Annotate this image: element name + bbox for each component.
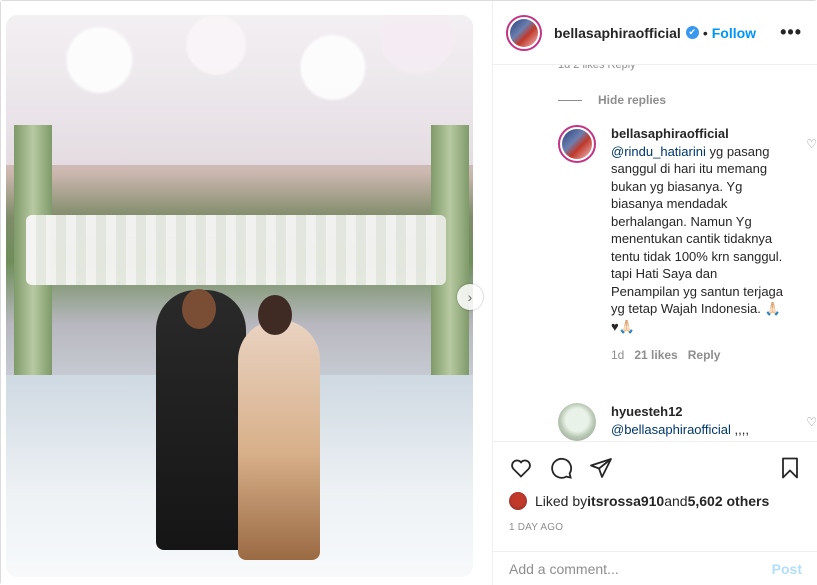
comment-icon[interactable] [549,456,573,480]
man-head [182,289,216,329]
post-timestamp[interactable]: 1 DAY AGO [509,522,802,533]
woman-figure [238,320,320,560]
reply-button[interactable]: Reply [688,347,721,365]
heart-icon[interactable] [509,456,533,480]
reply-text: ,,,, [730,421,749,437]
avatar[interactable] [509,492,527,510]
reply-likes[interactable]: 21 likes [634,347,677,365]
follow-button[interactable]: Follow [712,25,756,41]
bookmark-icon[interactable] [778,456,802,480]
reply-body: hyuesteh12 @bellasaphiraofficial ,,,, [611,403,787,441]
more-options-icon[interactable]: ••• [780,22,802,43]
heart-icon[interactable]: ♡ [806,137,817,151]
post-header: bellasaphiraofficial ✔ • Follow ••• [493,1,817,65]
reply-text: yg pasang sanggul di hari itu memang buk… [611,143,784,334]
hide-replies-button[interactable]: Hide replies [558,93,666,107]
post-actions: Liked by itsrossa910 and 5,602 others 1 … [493,441,817,533]
comments-list[interactable]: 1d 2 likes Reply Hide replies bellasaphi… [493,65,817,441]
reply-item: bellasaphiraofficial @rindu_hatiarini yg… [558,125,817,365]
next-photo-button[interactable]: › [457,284,483,310]
avatar[interactable] [506,14,542,51]
post-username[interactable]: bellasaphiraofficial [554,25,681,41]
reply-time[interactable]: 1d [611,347,624,365]
reply-username[interactable]: bellasaphiraofficial [611,126,729,141]
side-panel: bellasaphiraofficial ✔ • Follow ••• 1d 2… [493,1,817,585]
verified-icon: ✔ [685,26,699,39]
reply-item: hyuesteh12 @bellasaphiraofficial ,,,, ♡ [558,403,817,441]
divider-line [558,99,582,101]
man-figure [156,290,246,550]
reply-body: bellasaphiraofficial @rindu_hatiarini yg… [611,125,787,365]
post-photo[interactable] [6,15,473,577]
share-icon[interactable] [589,456,613,480]
action-icons [509,448,802,488]
likes-summary: Liked by itsrossa910 and 5,602 others [509,492,802,510]
flower-backdrop [26,215,446,285]
post-modal: › bellasaphiraofficial ✔ • Follow ••• 1d… [0,0,817,585]
reply-meta: 1d 21 likes Reply [611,347,787,365]
flower-canopy [6,15,473,165]
heart-icon[interactable]: ♡ [806,415,817,429]
cut-meta-row: 1d 2 likes Reply [558,65,636,71]
hide-replies-label: Hide replies [598,93,667,107]
liked-by-and: and [664,493,688,509]
reply-mention[interactable]: @bellasaphiraofficial [611,422,731,437]
liked-by-prefix: Liked by [535,493,588,509]
photo-panel: › [1,1,493,585]
separator: • [702,24,708,41]
avatar[interactable] [558,125,596,163]
reply-username[interactable]: hyuesteh12 [611,404,683,419]
comment-input[interactable] [509,561,772,577]
woman-head [258,295,292,335]
reply-mention[interactable]: @rindu_hatiarini [611,144,706,159]
post-button[interactable]: Post [772,561,802,577]
liked-by-count[interactable]: 5,602 others [688,493,770,509]
chevron-right-icon: › [467,289,473,305]
comment-composer: Post [493,551,817,585]
avatar[interactable] [558,403,596,441]
liked-by-user[interactable]: itsrossa910 [587,493,664,509]
